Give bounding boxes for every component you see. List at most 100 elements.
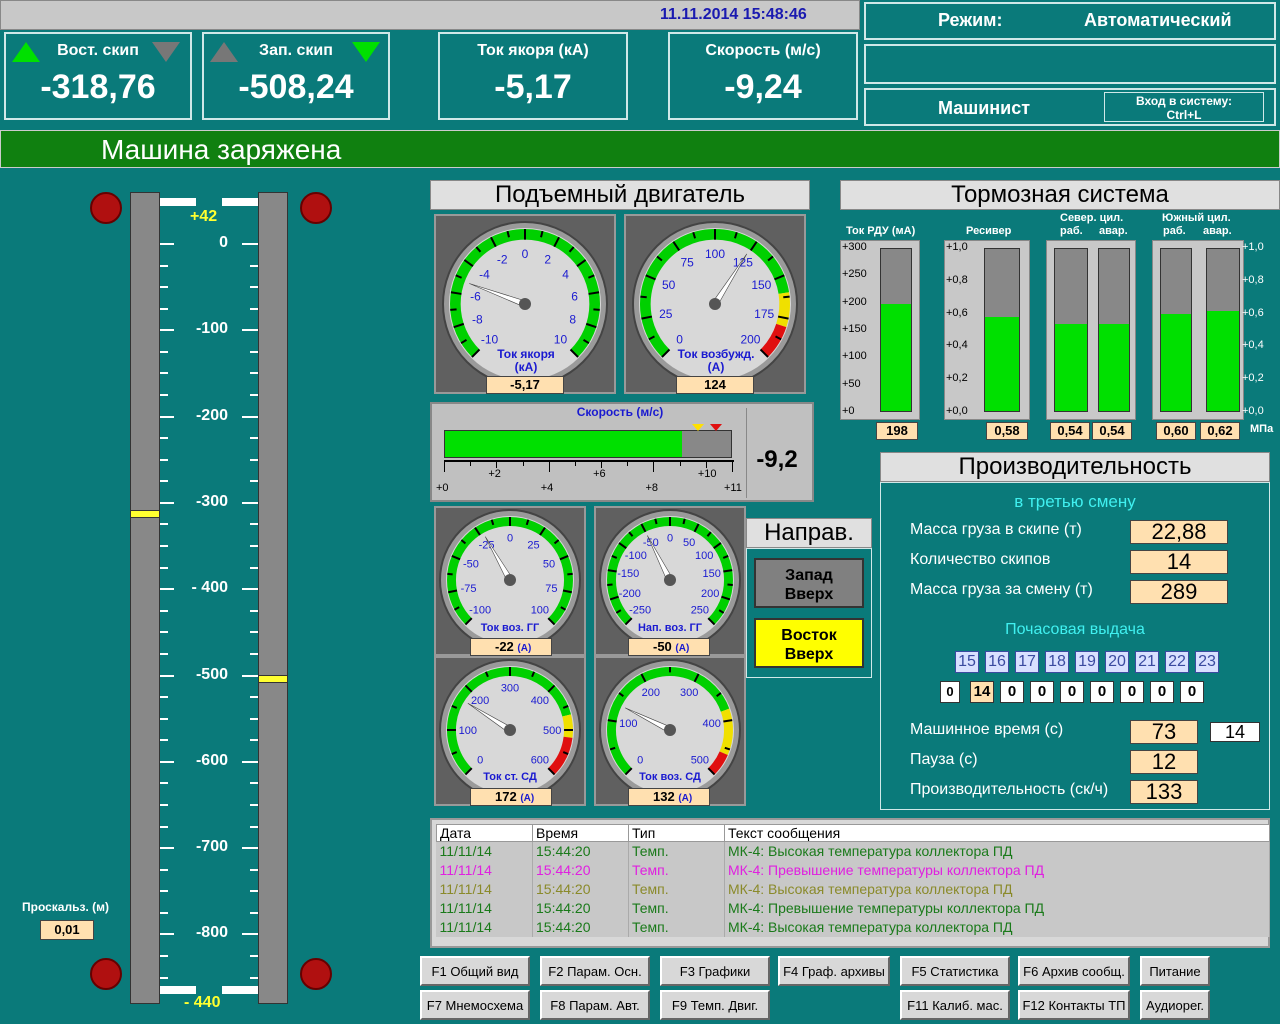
message-cell: Темп.: [628, 879, 725, 899]
function-key-button[interactable]: F11 Калиб. мас.: [900, 990, 1010, 1020]
gauge-hub: [664, 724, 676, 736]
message-log[interactable]: Дата Время Тип Текст сообщения 11/11/14 1…: [430, 818, 1270, 948]
shaft-minor-tick: [160, 458, 168, 461]
rdu-tick-label: +150: [842, 323, 867, 335]
message-row[interactable]: 11/11/14 15:44:20 Темп. МК-4: Высокая темпе…: [436, 841, 1270, 861]
north-tick-label: +0,2: [1242, 372, 1264, 385]
bottom-mark-label: - 440: [184, 994, 221, 1011]
mode-value: Автоматический: [1084, 10, 1232, 30]
shaft-tick-mark: [160, 760, 174, 763]
shaft-tick-mark: [242, 674, 258, 677]
brake-bar-fill: [1099, 323, 1129, 411]
function-key-button[interactable]: F4 Граф. архивы: [778, 956, 890, 986]
east-up-indicator[interactable]: Восток Вверх: [754, 618, 864, 668]
shaft-minor-tick: [250, 372, 258, 375]
alarm-lamp: [90, 192, 122, 224]
speed-tick-label: +0: [436, 482, 449, 494]
shaft-minor-tick: [250, 803, 258, 806]
function-key-button[interactable]: F1 Общий вид: [420, 956, 530, 986]
west-up-indicator[interactable]: Запад Вверх: [754, 558, 864, 608]
shaft-tick-mark: [242, 847, 258, 850]
shaft-tick-label: 0: [219, 234, 228, 251]
shaft-tick-label: -600: [195, 751, 228, 769]
gauge-scale-label: -200: [619, 588, 641, 600]
hourly-value: 0: [1150, 681, 1174, 703]
gauge-scale-label: 500: [543, 725, 561, 737]
east-shaft-column: [130, 192, 160, 1004]
col-type[interactable]: Тип: [628, 824, 725, 842]
function-key-button[interactable]: F5 Статистика: [900, 956, 1010, 986]
message-cell: 11/11/14: [436, 898, 533, 918]
message-cell: Темп.: [628, 860, 725, 880]
perf-label: Производительность (ск/ч): [910, 781, 1109, 798]
machine-time-value: 73: [1130, 720, 1198, 744]
shaft-minor-tick: [160, 782, 168, 785]
function-key-button[interactable]: Аудиорег.: [1140, 990, 1210, 1020]
north-tick-label: +0,8: [1242, 273, 1264, 286]
function-key-button[interactable]: F6 Архив сообщ.: [1018, 956, 1130, 986]
col-date[interactable]: Дата: [436, 824, 533, 842]
message-row[interactable]: 11/11/14 15:44:20 Темп. МК-4: Превышение те…: [436, 860, 1270, 880]
col-time[interactable]: Время: [532, 824, 629, 842]
pause-value: 12: [1130, 750, 1198, 774]
function-key-button[interactable]: F8 Парам. Авт.: [540, 990, 650, 1020]
gauge-scale-label: 100: [705, 247, 725, 261]
gauge-tick: [723, 569, 733, 573]
login-label: Вход в систему:: [1135, 94, 1233, 108]
function-key-button[interactable]: Питание: [1140, 956, 1210, 986]
gauge-tick: [607, 719, 617, 723]
shaft-minor-tick: [250, 307, 258, 310]
login-button[interactable]: Вход в систему: Ctrl+L: [1104, 92, 1264, 122]
shaft-minor-tick: [160, 523, 168, 526]
shaft-minor-tick: [160, 825, 168, 828]
message-row[interactable]: 11/11/14 15:44:20 Темп. МК-4: Высокая темпе…: [436, 879, 1270, 899]
gauge-scale-label: 4: [562, 268, 569, 282]
speed-tick: [732, 460, 733, 472]
shaft-minor-tick: [160, 566, 168, 569]
col-message[interactable]: Текст сообщения: [724, 824, 1270, 842]
shaft-minor-tick: [160, 954, 168, 957]
message-cell: 15:44:20: [532, 879, 629, 899]
shaft-minor-tick: [160, 350, 168, 353]
hourly-prev: 0: [940, 681, 960, 703]
speed-tick-label: +2: [488, 468, 501, 480]
function-key-button[interactable]: F7 Мнемосхема: [420, 990, 530, 1020]
function-key-button[interactable]: F3 Графики: [660, 956, 770, 986]
alarm-lamp: [90, 958, 122, 990]
gauge-tick: [783, 295, 790, 299]
message-cell: МК-4: Высокая температура коллектора ПД: [724, 841, 1270, 861]
function-key-button[interactable]: F12 Контакты ТП: [1018, 990, 1130, 1020]
gauge-hub: [664, 574, 676, 586]
gauge-scale-label: 200: [642, 687, 660, 699]
shaft-minor-tick: [160, 394, 168, 397]
shaft-minor-tick: [250, 825, 258, 828]
gauge-scale-label: -10: [481, 333, 499, 347]
shaft-minor-tick: [250, 911, 258, 914]
gauge-hub: [504, 724, 516, 736]
brake-south-alarm-value: 0,62: [1200, 422, 1240, 440]
message-row[interactable]: 11/11/14 15:44:20 Темп. МК-4: Высокая темпе…: [436, 917, 1270, 937]
function-key-button[interactable]: F9 Темп. Двиг.: [660, 990, 770, 1020]
shaft-minor-tick: [160, 976, 168, 979]
shaft-minor-tick: [250, 739, 258, 742]
message-body: 11/11/14 15:44:20 Темп. МК-4: Высокая темпе…: [436, 841, 1270, 937]
shift-label: в третью смену: [1014, 492, 1136, 511]
brake-bar-fill: [881, 304, 911, 411]
gauge-tick: [723, 719, 733, 723]
message-cell: Темп.: [628, 917, 725, 937]
message-row[interactable]: 11/11/14 15:44:20 Темп. МК-4: Превышение те…: [436, 898, 1270, 918]
speed-minor-tick: [470, 460, 472, 466]
shaft-minor-tick: [160, 480, 168, 483]
hour-label: 18: [1045, 651, 1069, 673]
speed-tick-label: +4: [540, 482, 554, 494]
hour-label: 22: [1165, 651, 1189, 673]
shaft-tick-mark: [242, 501, 258, 504]
sg0-label: Ток воз. ГГ: [480, 622, 540, 634]
speed-minor-tick: [522, 460, 524, 466]
function-key-button[interactable]: F2 Парам. Осн.: [540, 956, 650, 986]
excitation-gauge-unit: (А): [707, 360, 725, 374]
gauge-scale-label: -150: [617, 568, 639, 580]
speed-fill: [445, 431, 683, 457]
pause-label: Пауза (с): [910, 751, 978, 768]
speed-minor-tick: [627, 460, 629, 466]
